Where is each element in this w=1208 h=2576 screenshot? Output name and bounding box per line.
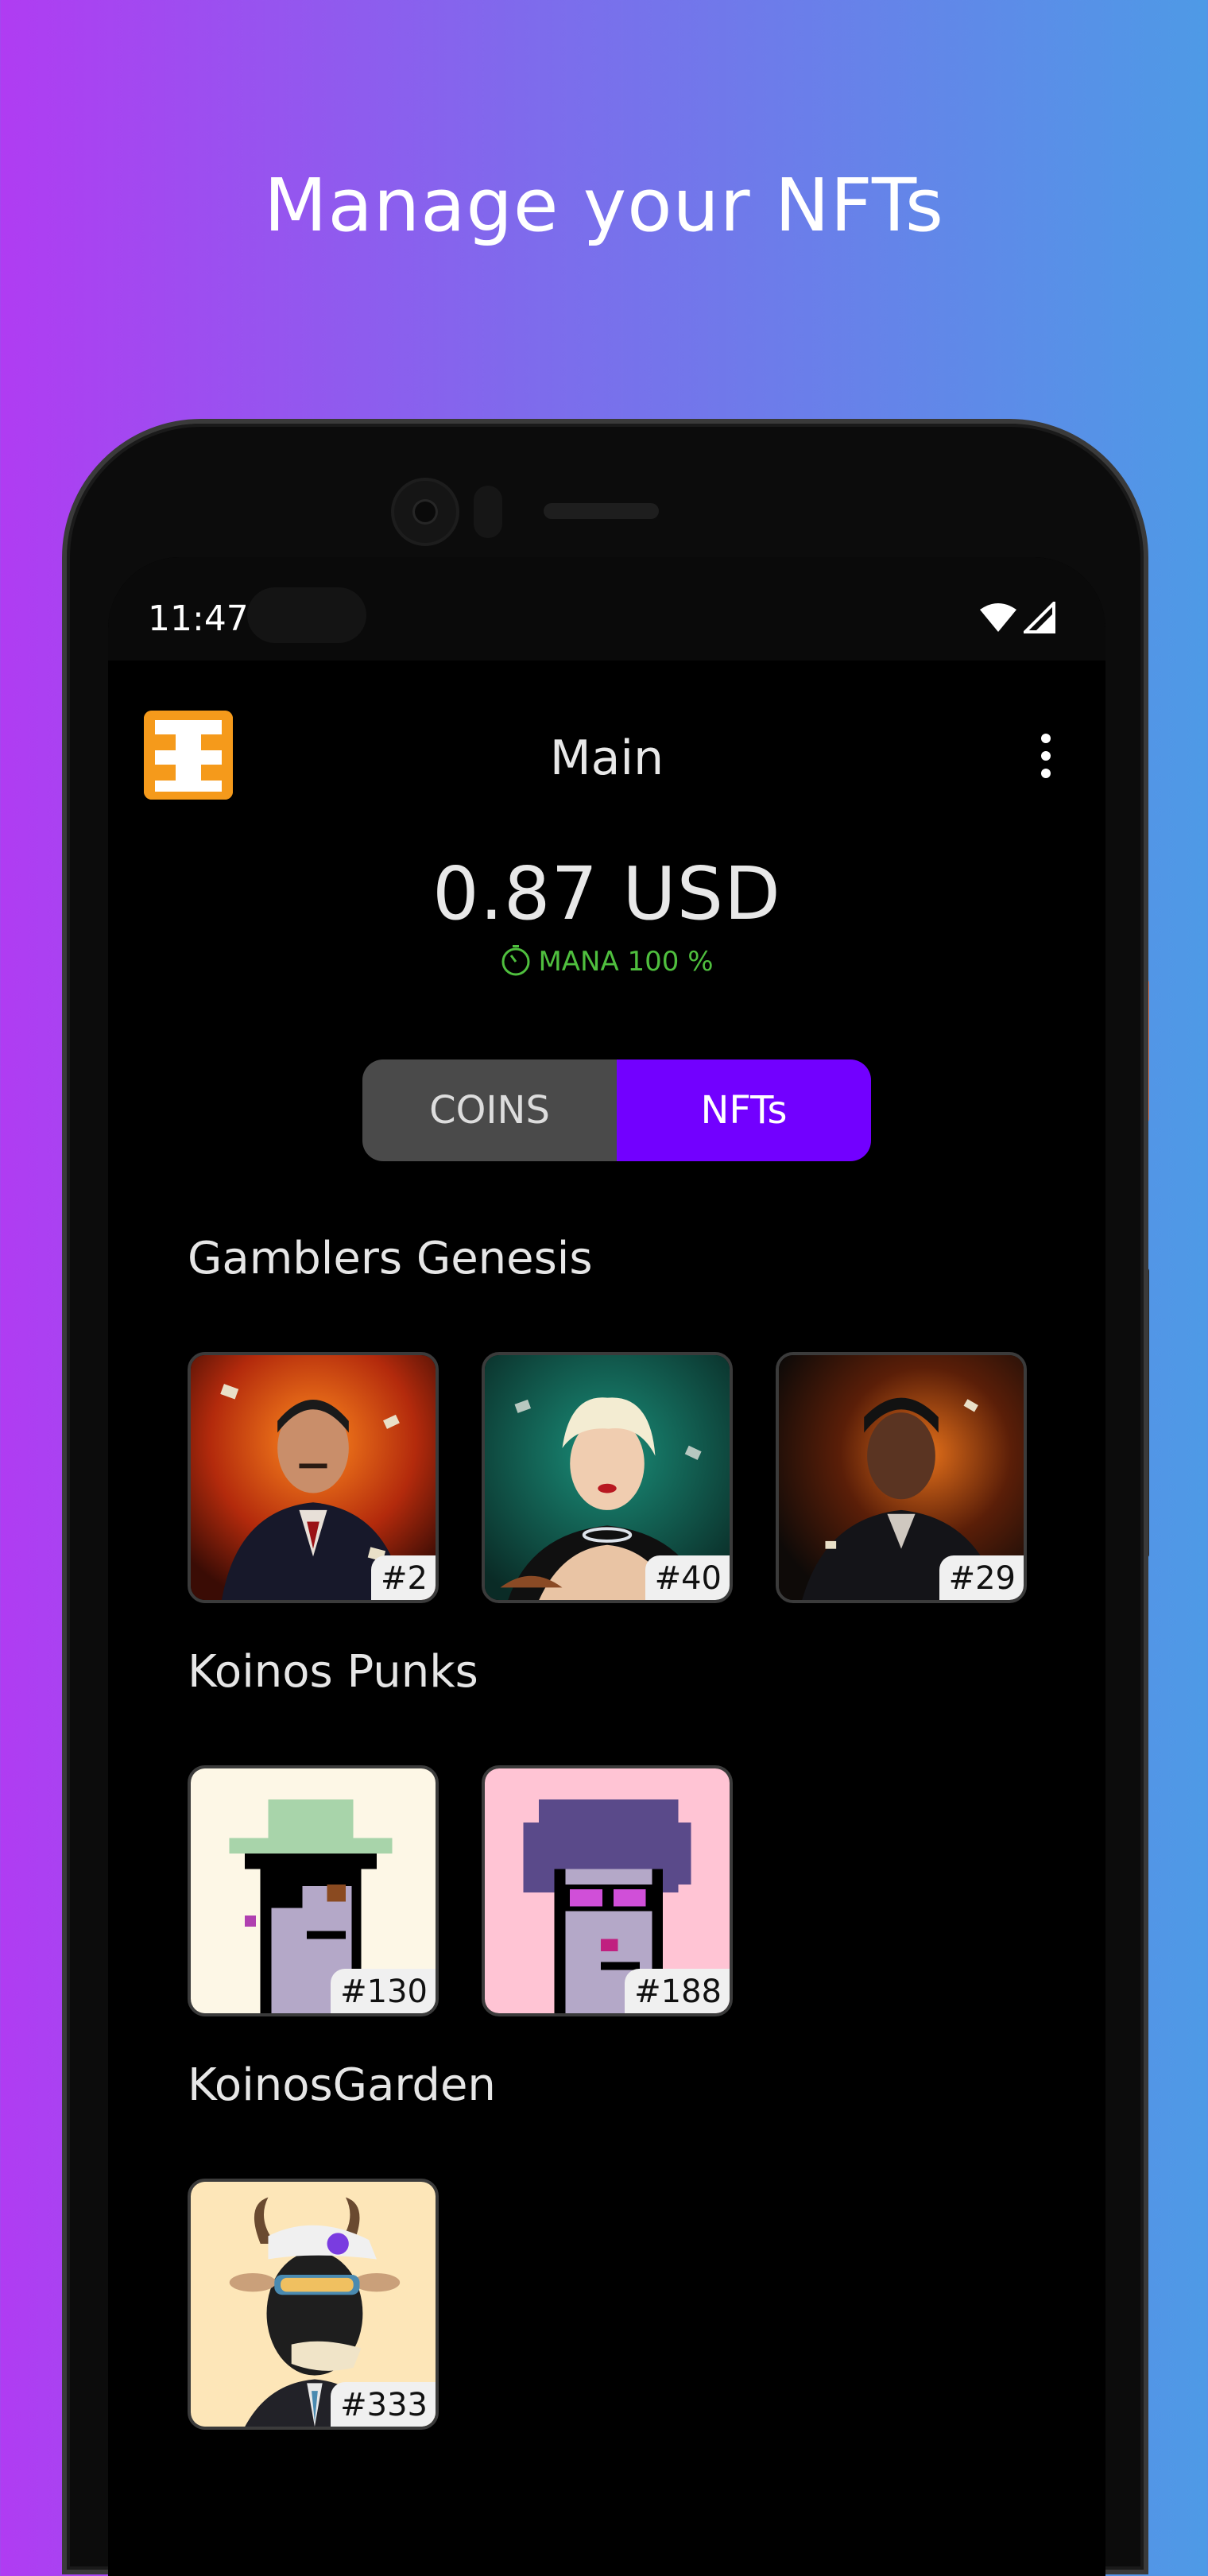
nft-card[interactable]: #333 [188, 2179, 439, 2430]
timer-icon [501, 945, 530, 976]
status-time: 11:47 [148, 598, 249, 639]
nft-card[interactable]: #130 [188, 1765, 439, 2016]
nft-id-badge: #130 [331, 1969, 436, 2013]
mana-indicator: MANA 100 % [108, 945, 1105, 978]
nft-card[interactable]: #40 [482, 1352, 733, 1603]
camera-cutout [247, 587, 366, 643]
nft-id-badge: #29 [939, 1555, 1024, 1600]
app-screen: 11:47 Main 0.87 USD MANA 100 % COINS NFT… [108, 557, 1105, 2576]
wifi-icon [980, 603, 1016, 632]
page-title: Main [549, 730, 664, 786]
more-vert-icon[interactable] [1030, 724, 1062, 788]
asset-tabs: COINS NFTs [362, 1059, 871, 1161]
tab-nfts[interactable]: NFTs [617, 1059, 871, 1161]
camera [394, 481, 456, 543]
status-bar: 11:47 [108, 557, 1105, 660]
tab-coins[interactable]: COINS [362, 1059, 617, 1161]
earpiece-speaker [544, 503, 659, 519]
collection-title: Gamblers Genesis [188, 1233, 593, 1284]
signal-icon [1024, 602, 1055, 633]
nft-card[interactable]: #29 [776, 1352, 1027, 1603]
sensor [474, 486, 502, 538]
nft-id-badge: #40 [645, 1555, 730, 1600]
phone-frame: 11:47 Main 0.87 USD MANA 100 % COINS NFT… [62, 419, 1148, 2576]
headline: Manage your NFTs [264, 163, 944, 248]
collection-title: KoinosGarden [188, 2059, 496, 2111]
nft-id-badge: #333 [331, 2382, 436, 2427]
mana-label: MANA 100 % [538, 946, 714, 978]
nft-card[interactable]: #188 [482, 1765, 733, 2016]
balance-amount: 0.87 USD [432, 851, 781, 936]
nft-id-badge: #188 [625, 1969, 730, 2013]
nft-card[interactable]: #2 [188, 1352, 439, 1603]
collection-title: Koinos Punks [188, 1646, 478, 1698]
nft-id-badge: #2 [371, 1555, 436, 1600]
